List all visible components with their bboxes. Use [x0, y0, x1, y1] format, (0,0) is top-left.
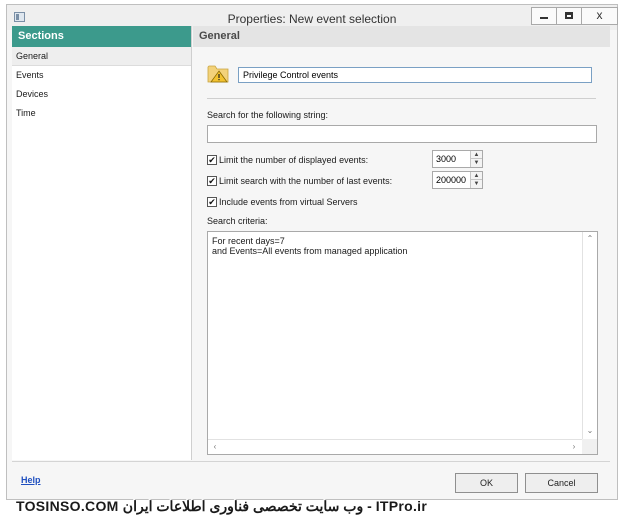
dialog-footer: Help OK Cancel [12, 461, 610, 494]
limit-last-checkbox[interactable]: ✔ [207, 175, 217, 186]
limit-displayed-checkbox[interactable]: ✔ [207, 154, 217, 165]
vertical-scrollbar[interactable]: ⌃ ⌄ [582, 232, 597, 439]
scroll-up-icon[interactable]: ⌃ [584, 234, 596, 243]
close-icon: x [596, 8, 603, 22]
last-events-input[interactable] [433, 172, 470, 188]
sidebar-item-time[interactable]: Time [12, 104, 191, 123]
displayed-events-input[interactable] [433, 151, 470, 167]
cancel-button[interactable]: Cancel [525, 473, 598, 493]
minimize-icon [540, 17, 548, 19]
last-events-spinner[interactable]: ▲ ▼ [432, 171, 483, 189]
folder-warning-icon [207, 65, 229, 83]
limit-displayed-row: ✔ Limit the number of displayed events: [207, 153, 368, 166]
search-string-input[interactable] [207, 125, 597, 143]
spin-down-icon[interactable]: ▼ [470, 180, 482, 188]
include-virtual-checkbox[interactable]: ✔ [207, 196, 217, 207]
criteria-text: For recent days=7 and Events=All events … [212, 236, 408, 256]
window-title: Properties: New event selection [227, 12, 397, 26]
include-virtual-row: ✔ Include events from virtual Servers [207, 195, 358, 208]
help-link[interactable]: Help [21, 475, 41, 485]
search-criteria-box[interactable]: For recent days=7 and Events=All events … [207, 231, 598, 455]
sidebar-item-general[interactable]: General [12, 47, 191, 66]
displayed-events-spinner[interactable]: ▲ ▼ [432, 150, 483, 168]
selection-name-field[interactable] [238, 67, 592, 83]
scroll-down-icon[interactable]: ⌄ [584, 426, 596, 435]
maximize-icon [565, 12, 573, 19]
scroll-left-icon[interactable]: ‹ [209, 442, 221, 451]
scroll-right-icon[interactable]: › [568, 442, 580, 451]
spin-down-icon[interactable]: ▼ [470, 159, 482, 167]
minimize-button[interactable] [531, 7, 557, 25]
horizontal-scrollbar[interactable]: ‹ › [208, 439, 582, 454]
separator [207, 98, 596, 99]
sections-sidebar: Sections General Events Devices Time [12, 26, 192, 460]
panel-header: General [193, 26, 610, 47]
scroll-corner [582, 439, 597, 454]
watermark-text: TOSINSO.COM وب سایت تخصصی فناوری اطلاعات… [16, 498, 428, 514]
ok-button[interactable]: OK [455, 473, 518, 493]
maximize-button[interactable] [556, 7, 582, 25]
search-label: Search for the following string: [207, 110, 329, 120]
general-panel: General Search for the following string:… [193, 26, 610, 460]
sidebar-header: Sections [12, 26, 191, 47]
limit-last-row: ✔ Limit search with the number of last e… [207, 174, 392, 187]
limit-displayed-label: Limit the number of displayed events: [219, 154, 369, 165]
limit-last-label: Limit search with the number of last eve… [219, 175, 393, 186]
criteria-label: Search criteria: [207, 216, 268, 226]
close-button[interactable]: x [581, 7, 618, 25]
sidebar-item-devices[interactable]: Devices [12, 85, 191, 104]
include-virtual-label: Include events from virtual Servers [219, 196, 358, 207]
sidebar-item-events[interactable]: Events [12, 66, 191, 85]
spin-up-icon[interactable]: ▲ [470, 151, 482, 159]
spin-up-icon[interactable]: ▲ [470, 172, 482, 180]
